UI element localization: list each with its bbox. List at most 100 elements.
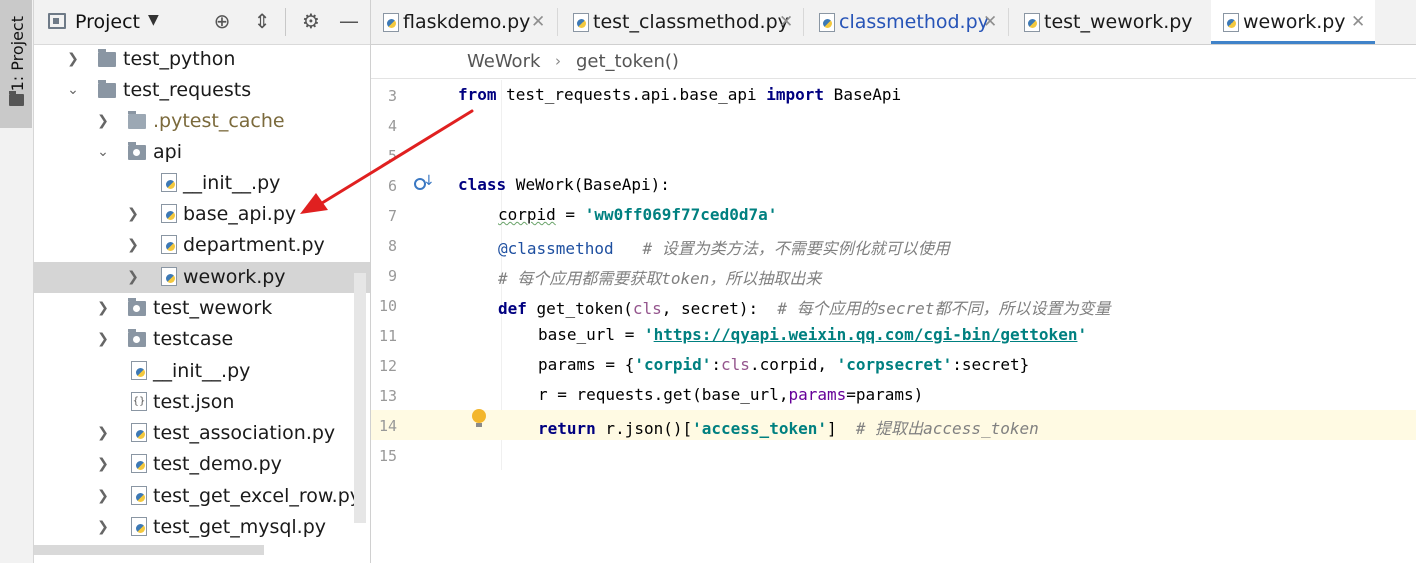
tree-item-test-get-mysql-py[interactable]: ❯ test_get_mysql.py (34, 512, 370, 543)
tree-item-test-json[interactable]: {} test.json (34, 387, 370, 418)
hide-icon[interactable]: — (337, 9, 361, 33)
tree-item-test-requests[interactable]: ⌄ test_requests (34, 75, 370, 106)
code-line[interactable]: 9 # 每个应用都需要获取token，所以抽取出来 (371, 260, 1416, 290)
folder-icon (9, 91, 24, 106)
code-line[interactable]: 7 corpid = 'ww0ff069f77ced0d7a' (371, 200, 1416, 230)
vertical-scrollbar[interactable] (354, 273, 366, 523)
code-line[interactable]: 13 r = requests.get(base_url,params=para… (371, 380, 1416, 410)
tree-item-test-demo-py[interactable]: ❯ test_demo.py (34, 449, 370, 480)
code-line[interactable]: 12 params = {'corpid':cls.corpid, 'corps… (371, 350, 1416, 380)
lightbulb-icon[interactable] (472, 409, 486, 427)
line-number: 3 (387, 87, 397, 105)
project-tool-tab[interactable]: 1: Project (0, 0, 32, 128)
tab-flaskdemo[interactable]: flaskdemo.py ✕ (371, 0, 556, 44)
python-file-icon (1024, 13, 1040, 32)
code-line[interactable]: 5 (371, 140, 1416, 170)
close-icon[interactable]: ✕ (779, 0, 793, 44)
chevron-right-icon[interactable]: ❯ (96, 293, 110, 324)
excluded-folder-icon (128, 111, 146, 129)
code-line[interactable]: 8 @classmethod # 设置为类方法，不需要实例化就可以使用 (371, 230, 1416, 260)
tree-item-label: base_api.py (183, 203, 297, 225)
folder-icon (98, 80, 116, 98)
close-icon[interactable]: ✕ (983, 0, 997, 44)
project-tree: ❯ test_python ⌄ test_requests ❯ .pytest_… (34, 44, 370, 544)
project-view-selector[interactable]: Project (75, 11, 140, 33)
chevron-down-icon[interactable]: ⌄ (96, 137, 110, 168)
chevron-down-icon[interactable]: ⌄ (66, 75, 80, 106)
collapse-all-icon[interactable]: ⇕ (250, 9, 274, 33)
line-number: 11 (378, 327, 397, 345)
tree-item-department-py[interactable]: ❯ department.py (34, 230, 370, 261)
folder-icon (98, 49, 116, 67)
editor-area: flaskdemo.py ✕ test_classmethod.py ✕ cla… (371, 0, 1416, 563)
tree-item-test-python[interactable]: ❯ test_python (34, 44, 370, 75)
tree-item-label: wework.py (183, 266, 286, 288)
tab-wework[interactable]: wework.py ✕ (1211, 0, 1375, 44)
tree-item-label: test_requests (123, 79, 252, 101)
line-number: 14 (378, 417, 397, 435)
tree-item-test-get-excel-row-py[interactable]: ❯ test_get_excel_row.py (34, 481, 370, 512)
breadcrumb-method[interactable]: get_token() (576, 45, 679, 78)
breadcrumb-class[interactable]: WeWork (467, 45, 540, 78)
python-file-icon (383, 13, 399, 32)
tree-item-wework-py[interactable]: ❯ wework.py (34, 262, 370, 293)
package-folder-icon (128, 142, 146, 160)
tab-label: wework.py (1243, 11, 1346, 33)
python-file-icon (131, 517, 147, 536)
code-line[interactable]: 11 base_url = 'https://qyapi.weixin.qq.c… (371, 320, 1416, 350)
gear-icon[interactable]: ⚙ (299, 9, 323, 33)
tree-item-base-api-py[interactable]: ❯ base_api.py (34, 199, 370, 230)
line-number: 12 (378, 357, 397, 375)
code-line[interactable]: 15 (371, 440, 1416, 470)
tree-item-init-py-root[interactable]: __init__.py (34, 356, 370, 387)
line-number: 8 (387, 237, 397, 255)
tree-item-label: .pytest_cache (153, 110, 285, 132)
tab-classmethod[interactable]: classmethod.py ✕ (807, 0, 1007, 44)
package-folder-icon (128, 298, 146, 316)
tab-label: flaskdemo.py (403, 11, 531, 33)
chevron-right-icon[interactable]: ❯ (126, 199, 140, 230)
horizontal-scrollbar[interactable] (34, 545, 264, 555)
tree-item-test-wework[interactable]: ❯ test_wework (34, 293, 370, 324)
code-line[interactable]: 3 from test_requests.api.base_api import… (371, 80, 1416, 110)
tab-divider (1008, 8, 1009, 36)
chevron-right-icon[interactable]: ❯ (96, 324, 110, 355)
chevron-right-icon[interactable]: ❯ (126, 262, 140, 293)
chevron-right-icon[interactable]: ❯ (96, 449, 110, 480)
chevron-right-icon[interactable]: ❯ (96, 418, 110, 449)
package-folder-icon (128, 329, 146, 347)
code-text: def get_token(cls, secret): # 每个应用的secre… (498, 299, 1111, 318)
tree-item-api[interactable]: ⌄ api (34, 137, 370, 168)
chevron-right-icon[interactable]: ❯ (96, 481, 110, 512)
python-file-icon (131, 486, 147, 505)
breadcrumb-separator-icon: › (555, 52, 561, 70)
tree-item-label: test_association.py (153, 422, 336, 444)
target-icon[interactable]: ⊕ (210, 9, 234, 33)
code-line[interactable]: 4 (371, 110, 1416, 140)
tree-item-pytest-cache[interactable]: ❯ .pytest_cache (34, 106, 370, 137)
chevron-right-icon[interactable]: ❯ (66, 44, 80, 75)
python-file-icon (161, 267, 177, 286)
code-text: r = requests.get(base_url,params=params) (538, 385, 924, 404)
code-text: from test_requests.api.base_api import B… (458, 85, 902, 104)
tab-test-wework[interactable]: test_wework.py (1012, 0, 1209, 44)
chevron-right-icon[interactable]: ❯ (96, 512, 110, 543)
tree-item-testcase[interactable]: ❯ testcase (34, 324, 370, 355)
tab-divider (557, 8, 558, 36)
tab-test-classmethod[interactable]: test_classmethod.py ✕ (561, 0, 802, 44)
code-text: class WeWork(BaseApi): (458, 175, 670, 194)
tree-item-label: test_python (123, 48, 236, 70)
code-line[interactable]: 6 class WeWork(BaseApi): (371, 170, 1416, 200)
code-line[interactable]: 10 def get_token(cls, secret): # 每个应用的se… (371, 290, 1416, 320)
chevron-down-icon[interactable]: ▼ (148, 12, 159, 28)
line-number: 13 (378, 387, 397, 405)
tree-item-test-association-py[interactable]: ❯ test_association.py (34, 418, 370, 449)
close-icon[interactable]: ✕ (531, 0, 545, 44)
code-line-current[interactable]: 14 return r.json()['access_token'] # 提取出… (371, 410, 1416, 440)
json-file-icon: {} (131, 392, 147, 411)
close-icon[interactable]: ✕ (1351, 0, 1365, 44)
chevron-right-icon[interactable]: ❯ (126, 230, 140, 261)
tab-label: classmethod.py (839, 11, 989, 33)
tree-item-init-py[interactable]: __init__.py (34, 168, 370, 199)
chevron-right-icon[interactable]: ❯ (96, 106, 110, 137)
